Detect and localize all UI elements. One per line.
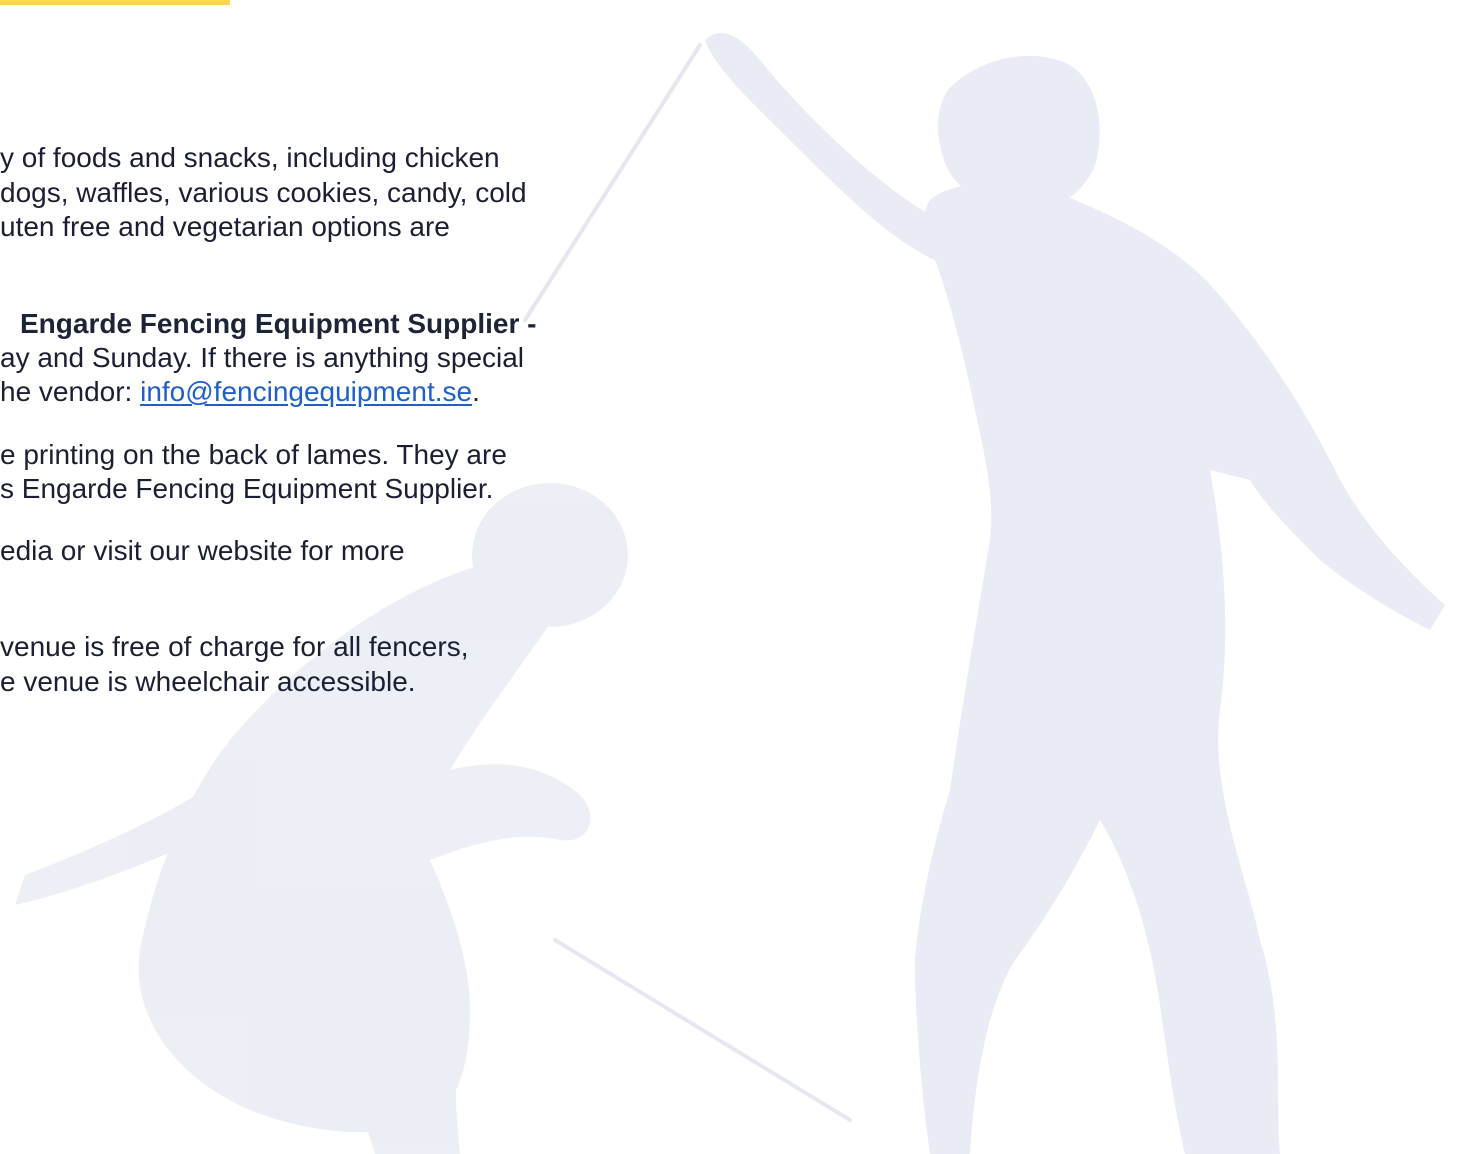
food-line-3: uten free and vegetarian options are (0, 211, 450, 242)
document-text-area: y of foods and snacks, including chicken… (0, 0, 1457, 1154)
vendor-line-2: he vendor: info@fencingequipment.se. (0, 375, 480, 409)
vendor-title: Engarde Fencing Equipment Supplier - (20, 308, 537, 339)
vendor-line-2-prefix: he vendor: (0, 376, 141, 407)
venue-line-2: e venue is wheelchair accessible. (0, 666, 416, 697)
printing-line-2: s Engarde Fencing Equipment Supplier. (0, 473, 494, 504)
social-line-1: edia or visit our website for more (0, 535, 405, 566)
vendor-email-link[interactable]: info@fencingequipment.se (140, 376, 472, 407)
food-line-2: dogs, waffles, various cookies, candy, c… (0, 177, 527, 208)
vendor-line-2-suffix: . (472, 376, 480, 407)
vendor-line-1: ay and Sunday. If there is anything spec… (0, 342, 525, 373)
printing-line-1: e printing on the back of lames. They ar… (0, 439, 507, 470)
food-line-1: y of foods and snacks, including chicken (0, 142, 500, 173)
venue-line-1: venue is free of charge for all fencers, (0, 631, 469, 662)
